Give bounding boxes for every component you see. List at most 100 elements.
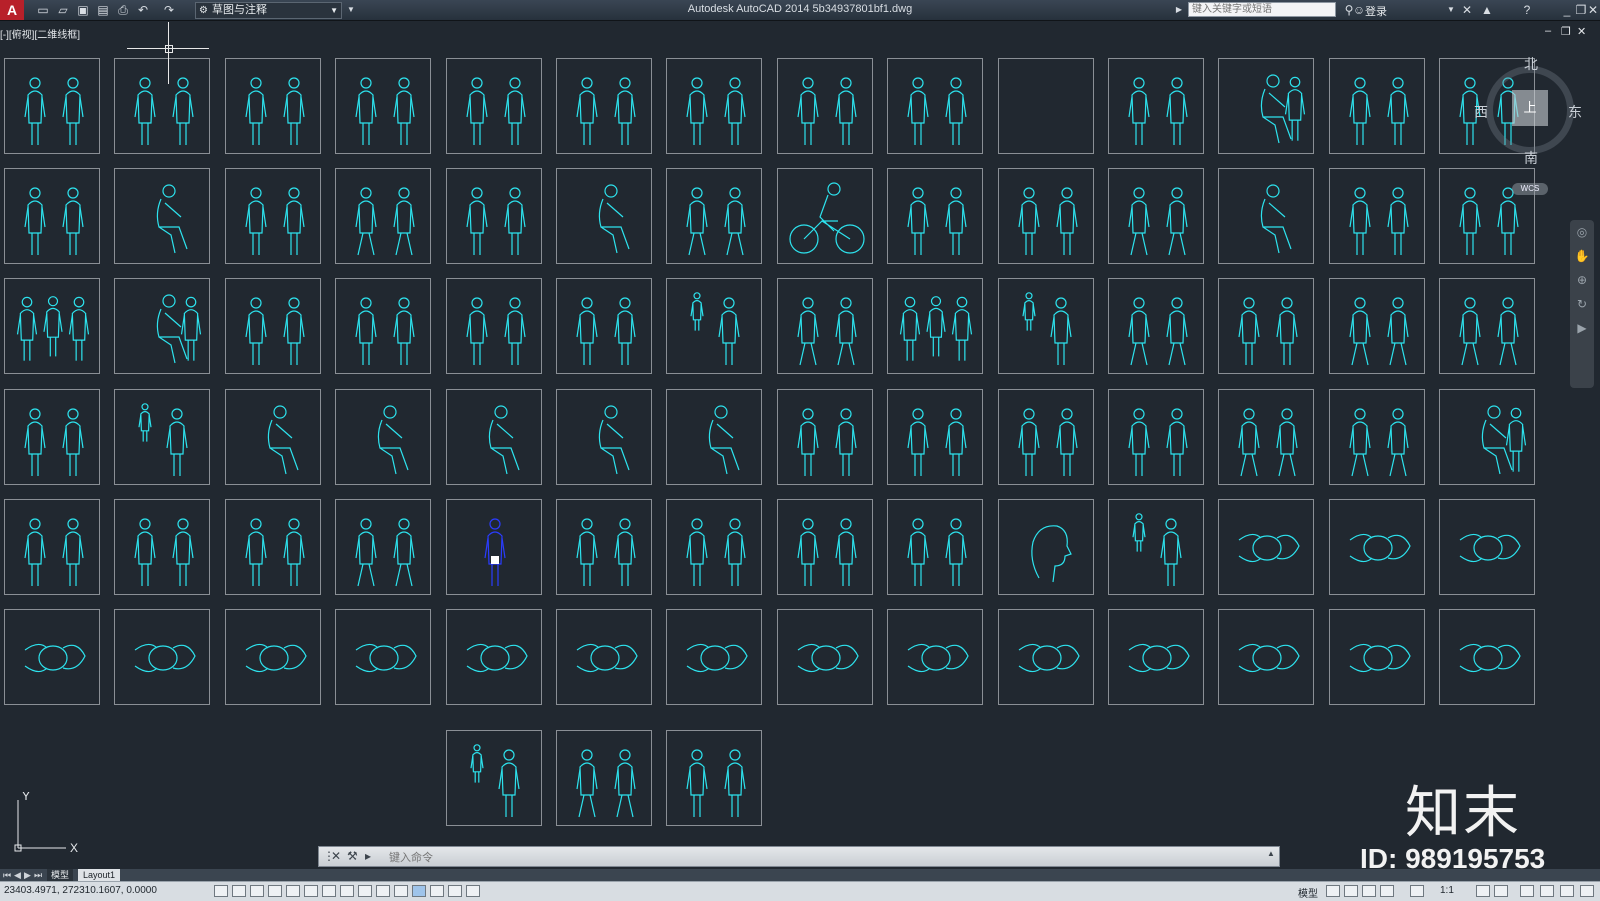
block-standing-pair[interactable] — [4, 388, 100, 485]
block-handshake[interactable] — [997, 388, 1094, 485]
block-couple[interactable] — [556, 278, 652, 375]
showmotion-icon[interactable]: ▶ — [1570, 316, 1594, 340]
block-plan-view[interactable] — [1439, 498, 1536, 595]
close-icon[interactable]: ✕ — [1586, 2, 1600, 18]
block-standing-pair[interactable] — [445, 168, 542, 265]
object-snap-tracking-icon[interactable] — [340, 885, 354, 897]
exchange-icon[interactable]: ✕ — [1458, 2, 1476, 18]
block-standing-pair[interactable] — [997, 168, 1094, 265]
coordinate-readout[interactable]: 23403.4971, 272310.1607, 0.0000 — [4, 885, 157, 896]
grid-display-icon[interactable] — [250, 885, 264, 897]
block-plan-view[interactable] — [4, 609, 100, 705]
block-standing-pair[interactable] — [1328, 168, 1425, 265]
block-walking-pair[interactable] — [1328, 388, 1425, 485]
viewport-minimize-icon[interactable]: – — [1545, 25, 1551, 37]
block-standing-pair[interactable] — [114, 58, 211, 154]
status-menu-icon[interactable] — [1580, 885, 1594, 897]
viewport-restore-icon[interactable]: ❐ — [1561, 25, 1571, 38]
block-standing-pair[interactable] — [1328, 58, 1425, 154]
block-selected-figure[interactable] — [445, 498, 542, 595]
wcs-menu[interactable]: WCS — [1512, 183, 1548, 195]
block-standing-pair[interactable] — [1108, 388, 1204, 485]
block-standing-pair[interactable] — [224, 58, 321, 154]
block-seated[interactable] — [666, 388, 763, 485]
save-icon[interactable]: ▣ — [74, 2, 92, 18]
block-walking-pair[interactable] — [1108, 278, 1204, 375]
search-expand-icon[interactable]: ▶ — [1170, 2, 1188, 18]
block-silhouette-pair[interactable] — [556, 498, 652, 595]
compass-west[interactable]: 西 — [1474, 102, 1488, 122]
compass-east[interactable]: 东 — [1568, 102, 1582, 122]
tab-layout1[interactable]: Layout1 — [78, 869, 121, 881]
help-icon[interactable]: ? — [1518, 2, 1536, 18]
block-plan-view[interactable] — [1328, 609, 1425, 705]
block-standing-pair[interactable] — [1218, 278, 1315, 375]
block-reclining[interactable] — [556, 168, 652, 265]
quick-view-drawings-icon[interactable] — [1344, 885, 1358, 897]
block-family[interactable] — [887, 278, 984, 375]
block-walking-pair[interactable] — [1218, 388, 1315, 485]
annotation-visibility-icon[interactable] — [1410, 885, 1424, 897]
quick-properties-icon[interactable] — [430, 885, 444, 897]
block-plan-view[interactable] — [666, 609, 763, 705]
last-tab-icon[interactable]: ⏭ — [34, 869, 42, 881]
compass-south[interactable]: 南 — [1524, 148, 1538, 168]
clean-screen-icon[interactable] — [1560, 885, 1574, 897]
pan-status-icon[interactable] — [1362, 885, 1376, 897]
quick-view-layouts-icon[interactable] — [1326, 885, 1340, 897]
block-armchair[interactable] — [335, 388, 432, 485]
block-couple[interactable] — [335, 278, 432, 375]
next-tab-icon[interactable]: ▶ — [24, 869, 31, 881]
quick-access-menu-icon[interactable]: ▼ — [342, 2, 360, 18]
block-plan-view[interactable] — [887, 609, 984, 705]
block-office-chair[interactable] — [1218, 168, 1315, 265]
lineweight-icon[interactable] — [394, 885, 408, 897]
block-seated[interactable] — [445, 388, 542, 485]
block-plan-view[interactable] — [1218, 498, 1315, 595]
block-plan-view[interactable] — [114, 609, 211, 705]
autocad-logo-icon[interactable]: A — [0, 0, 24, 20]
block-walking-pair[interactable] — [1108, 168, 1204, 265]
block-standing-pair[interactable] — [445, 58, 542, 154]
annotation-monitor-icon[interactable] — [466, 885, 480, 897]
block-standing-pair[interactable] — [776, 58, 873, 154]
block-kids-ball[interactable] — [335, 498, 432, 595]
block-stroller[interactable] — [666, 278, 763, 375]
block-standing-pair[interactable] — [1108, 58, 1204, 154]
block-silhouette-pair[interactable] — [776, 498, 873, 595]
workspace-switch-icon[interactable] — [1476, 885, 1490, 897]
new-file-icon[interactable]: ▭ — [34, 2, 52, 18]
block-walking-pair[interactable] — [776, 278, 873, 375]
redo-icon[interactable]: ↷ — [160, 2, 178, 18]
block-head-profile[interactable] — [997, 498, 1094, 595]
customize-wrench-icon[interactable]: ⚒ — [347, 849, 358, 863]
block-standing-pair[interactable] — [4, 168, 100, 265]
dynamic-ucs-icon[interactable] — [358, 885, 372, 897]
block-seated-pair[interactable] — [114, 278, 211, 375]
viewcube[interactable]: 上 北 南 东 西 — [1474, 56, 1588, 168]
tab-model[interactable]: 模型 — [47, 869, 74, 881]
block-couple[interactable] — [666, 730, 763, 826]
viewport-close-icon[interactable]: ✕ — [1577, 25, 1586, 38]
block-plan-view[interactable] — [1218, 609, 1315, 705]
block-standing-pair[interactable] — [556, 58, 652, 154]
search-input[interactable] — [1188, 2, 1336, 17]
block-walking-pair[interactable] — [1328, 278, 1425, 375]
save-as-icon[interactable]: ▤ — [94, 2, 112, 18]
block-group[interactable] — [4, 278, 100, 375]
block-adult-child[interactable] — [997, 278, 1094, 375]
viewcube-top-face[interactable]: 上 — [1512, 90, 1548, 126]
block-seated-pair[interactable] — [1218, 58, 1315, 154]
block-seated[interactable] — [114, 168, 211, 265]
viewport-controls-label[interactable]: [-][俯视][二维线框] — [0, 26, 80, 41]
block-adult-child[interactable] — [445, 730, 542, 826]
lock-ui-icon[interactable] — [1494, 885, 1508, 897]
block-plan-view[interactable] — [445, 609, 542, 705]
block-silhouette-couple[interactable] — [666, 498, 763, 595]
transparency-icon[interactable] — [412, 885, 426, 897]
block-walking-pair[interactable] — [335, 168, 432, 265]
block-couple[interactable] — [445, 278, 542, 375]
block-standing-pair[interactable] — [114, 498, 211, 595]
recent-commands-icon[interactable]: ▸ — [365, 849, 371, 863]
block-empty[interactable] — [997, 58, 1094, 154]
